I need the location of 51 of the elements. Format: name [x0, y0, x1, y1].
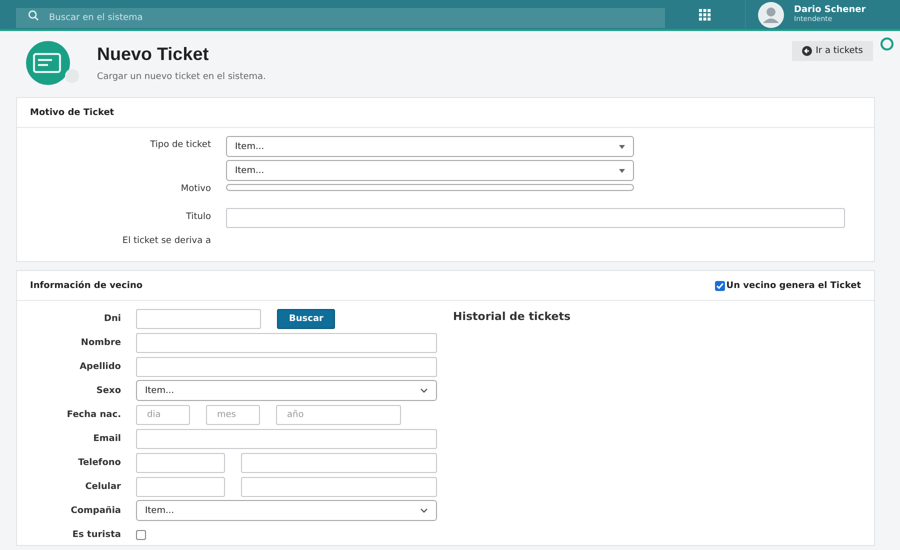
- caret-icon: [619, 144, 625, 148]
- apps-grid-icon[interactable]: [699, 8, 711, 20]
- field-label: Nombre: [80, 338, 121, 348]
- user-name: Dario Schener: [794, 6, 866, 16]
- search-button[interactable]: Buscar: [277, 308, 336, 328]
- input-field[interactable]: [136, 308, 261, 328]
- field-label: Email: [93, 434, 121, 444]
- search-field[interactable]: Buscar en el sistema: [16, 8, 665, 28]
- card-title: Información de vecino: [30, 280, 143, 290]
- caret-icon: [619, 168, 625, 172]
- select-field[interactable]: [226, 184, 634, 191]
- field-label: Telefono: [78, 458, 121, 468]
- select-field[interactable]: Item...: [136, 380, 437, 401]
- select-field[interactable]: Item...: [136, 500, 437, 521]
- area-code-field[interactable]: [136, 476, 225, 496]
- area-code-field[interactable]: [136, 452, 225, 472]
- arrow-left-circle-icon: [802, 46, 812, 56]
- field-label: Fecha nac.: [66, 410, 121, 420]
- field-label: Titulo: [186, 212, 211, 222]
- checkbox[interactable]: [715, 280, 726, 290]
- card-title: Motivo de Ticket: [30, 108, 114, 118]
- chevron-down-icon: [420, 388, 428, 393]
- field-label: Dni: [104, 314, 121, 324]
- field-label: Sexo: [96, 386, 121, 396]
- day-field[interactable]: dia: [136, 404, 190, 424]
- checkbox[interactable]: [136, 530, 146, 540]
- select-field[interactable]: Item...: [226, 136, 634, 157]
- month-field[interactable]: mes: [206, 404, 260, 424]
- avatar-icon[interactable]: [758, 2, 784, 28]
- number-field[interactable]: [241, 476, 437, 496]
- input-field[interactable]: [136, 356, 437, 376]
- number-field[interactable]: [241, 452, 437, 472]
- page-title: Nuevo Ticket: [97, 44, 210, 65]
- input-field[interactable]: [136, 428, 437, 448]
- field-label: Tipo de ticket: [150, 140, 211, 150]
- field-label: Motivo: [180, 184, 211, 194]
- field-label: Es turista: [72, 530, 121, 540]
- page-subtitle: Cargar un nuevo ticket en el sistema.: [97, 72, 266, 82]
- select-field[interactable]: Item...: [226, 160, 634, 181]
- section-title: Historial de tickets: [453, 310, 571, 323]
- chevron-down-icon: [420, 508, 428, 513]
- input-field[interactable]: [136, 332, 437, 352]
- field-label: El ticket se deriva a: [122, 236, 211, 246]
- field-label: Compañia: [70, 506, 121, 516]
- checkbox-label: Un vecino genera el Ticket: [726, 280, 861, 290]
- field-label: Apellido: [80, 362, 121, 372]
- status-ring-icon: [880, 37, 894, 51]
- field-label: Celular: [85, 482, 121, 492]
- year-field[interactable]: año: [276, 404, 401, 424]
- back-to-tickets-button[interactable]: Ir a tickets: [792, 41, 873, 61]
- input-field[interactable]: [226, 208, 845, 228]
